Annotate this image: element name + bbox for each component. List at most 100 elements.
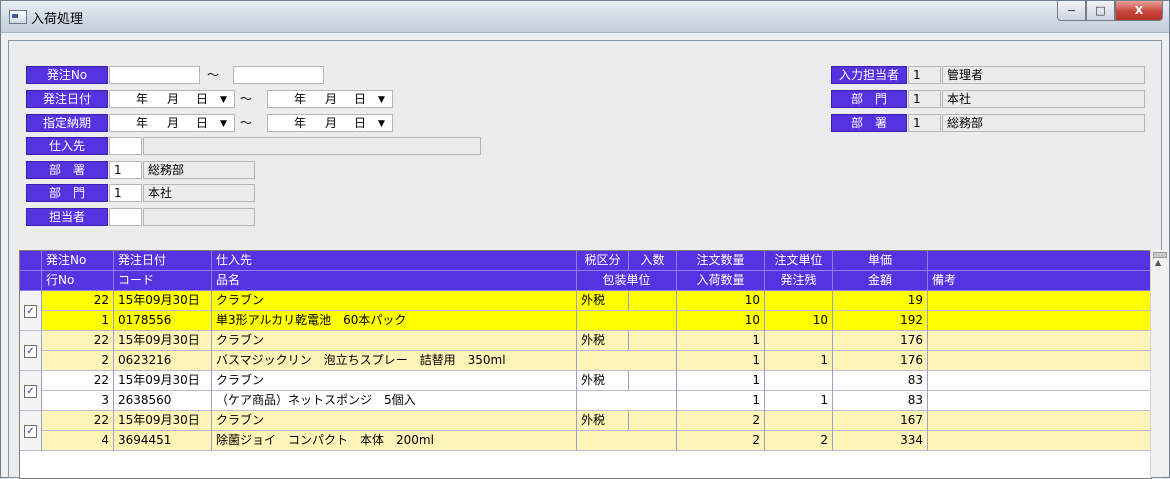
table-cell[interactable]: 1 [677, 371, 765, 391]
table-cell[interactable]: 外税 [577, 331, 629, 351]
table-cell[interactable]: 192 [833, 311, 928, 331]
table-cell[interactable]: 2 [677, 431, 765, 451]
table-cell[interactable]: （ケア商品）ネットスポンジ 5個入 [212, 391, 577, 411]
table-cell[interactable]: 1 [677, 351, 765, 371]
table-cell[interactable]: 外税 [577, 291, 629, 311]
table-cell[interactable]: 22 [42, 291, 114, 311]
column-header[interactable]: 注文数量 [677, 251, 765, 271]
minimize-button[interactable]: − [1057, 1, 1086, 21]
table-cell[interactable]: 83 [833, 391, 928, 411]
column-header[interactable]: 金額 [833, 271, 928, 291]
table-cell[interactable] [577, 311, 677, 331]
table-cell[interactable]: 15年09月30日 [114, 371, 212, 391]
table-cell[interactable] [928, 291, 1151, 311]
grid-vertical-scrollbar[interactable]: ▲ [1150, 250, 1168, 477]
column-header[interactable]: 税区分 [577, 251, 629, 271]
table-cell[interactable]: 外税 [577, 411, 629, 431]
column-header[interactable]: 行No [42, 271, 114, 291]
column-header[interactable] [20, 271, 42, 291]
table-cell[interactable] [928, 351, 1151, 371]
column-header[interactable]: 発注日付 [114, 251, 212, 271]
order-no-from-input[interactable] [109, 66, 200, 84]
maximize-button[interactable]: □ [1086, 1, 1115, 21]
table-cell[interactable]: 2 [677, 411, 765, 431]
table-cell[interactable]: 1 [677, 391, 765, 411]
table-cell[interactable]: 22 [42, 331, 114, 351]
table-cell[interactable]: 1 [42, 311, 114, 331]
row-checkbox[interactable]: ✓ [24, 385, 37, 398]
table-cell[interactable]: 15年09月30日 [114, 331, 212, 351]
table-cell[interactable]: 外税 [577, 371, 629, 391]
column-header[interactable]: 品名 [212, 271, 577, 291]
table-cell[interactable]: クラブン [212, 411, 577, 431]
chevron-down-icon[interactable]: ▼ [378, 92, 385, 108]
column-header[interactable]: コード [114, 271, 212, 291]
table-cell[interactable] [928, 431, 1151, 451]
row-select-cell[interactable]: ✓ [20, 291, 42, 331]
column-header[interactable] [20, 251, 42, 271]
table-cell[interactable]: クラブン [212, 371, 577, 391]
receipt-grid[interactable]: 発注No 発注日付 仕入先 税区分 入数 注文数量 注文単位 単価 行No コード 品名 包装単位 入荷… [19, 250, 1152, 479]
table-cell[interactable]: 単3形アルカリ乾電池 60本パック [212, 311, 577, 331]
supplier-code-input[interactable] [109, 137, 142, 155]
staff-code-input[interactable] [109, 208, 142, 226]
table-cell[interactable]: 0623216 [114, 351, 212, 371]
due-date-to-picker[interactable]: 年 月 日 ▼ [267, 114, 393, 132]
chevron-down-icon[interactable]: ▼ [220, 92, 227, 108]
table-cell[interactable]: 除菌ジョイ コンパクト 本体 200ml [212, 431, 577, 451]
close-button[interactable]: X [1115, 1, 1163, 21]
order-date-from-picker[interactable]: 年 月 日 ▼ [109, 90, 235, 108]
table-cell[interactable] [765, 371, 833, 391]
table-cell[interactable]: 1 [765, 351, 833, 371]
table-cell[interactable]: バスマジックリン 泡立ちスプレー 詰替用 350ml [212, 351, 577, 371]
row-checkbox[interactable]: ✓ [24, 425, 37, 438]
division-code-input[interactable]: 1 [109, 184, 142, 202]
table-cell[interactable]: 10 [677, 291, 765, 311]
table-cell[interactable]: 10 [677, 311, 765, 331]
table-cell[interactable]: 3694451 [114, 431, 212, 451]
table-cell[interactable]: 2 [765, 431, 833, 451]
table-cell[interactable] [928, 311, 1151, 331]
table-cell[interactable] [928, 371, 1151, 391]
table-cell[interactable] [765, 411, 833, 431]
table-cell[interactable]: 83 [833, 371, 928, 391]
table-cell[interactable]: クラブン [212, 291, 577, 311]
column-header[interactable]: 包装単位 [577, 271, 677, 291]
table-cell[interactable]: 3 [42, 391, 114, 411]
row-select-cell[interactable]: ✓ [20, 371, 42, 411]
row-select-cell[interactable]: ✓ [20, 411, 42, 451]
table-cell[interactable] [928, 391, 1151, 411]
column-header[interactable]: 発注残 [765, 271, 833, 291]
table-cell[interactable]: クラブン [212, 331, 577, 351]
department-section-code-input[interactable]: 1 [109, 161, 142, 179]
table-cell[interactable] [629, 331, 677, 351]
table-cell[interactable]: 10 [765, 311, 833, 331]
table-cell[interactable]: 0178556 [114, 311, 212, 331]
table-cell[interactable]: 167 [833, 411, 928, 431]
column-header[interactable]: 仕入先 [212, 251, 577, 271]
chevron-down-icon[interactable]: ▼ [220, 116, 227, 132]
table-cell[interactable]: 176 [833, 331, 928, 351]
due-date-from-picker[interactable]: 年 月 日 ▼ [109, 114, 235, 132]
table-cell[interactable]: 334 [833, 431, 928, 451]
table-cell[interactable] [577, 351, 677, 371]
table-cell[interactable]: 176 [833, 351, 928, 371]
scroll-up-arrow-icon[interactable]: ▲ [1155, 258, 1161, 267]
table-cell[interactable]: 15年09月30日 [114, 291, 212, 311]
table-cell[interactable] [629, 291, 677, 311]
row-select-cell[interactable]: ✓ [20, 331, 42, 371]
table-cell[interactable] [629, 371, 677, 391]
column-header[interactable]: 単価 [833, 251, 928, 271]
table-cell[interactable]: 2 [42, 351, 114, 371]
table-cell[interactable]: 1 [765, 391, 833, 411]
order-no-to-input[interactable] [233, 66, 324, 84]
chevron-down-icon[interactable]: ▼ [378, 116, 385, 132]
table-cell[interactable]: 22 [42, 371, 114, 391]
column-header[interactable]: 備考 [928, 271, 1151, 291]
table-cell[interactable]: 22 [42, 411, 114, 431]
column-header[interactable]: 入荷数量 [677, 271, 765, 291]
table-cell[interactable]: 2638560 [114, 391, 212, 411]
table-cell[interactable]: 4 [42, 431, 114, 451]
column-header[interactable]: 注文単位 [765, 251, 833, 271]
title-bar[interactable]: 入荷処理 − □ X [1, 1, 1169, 33]
